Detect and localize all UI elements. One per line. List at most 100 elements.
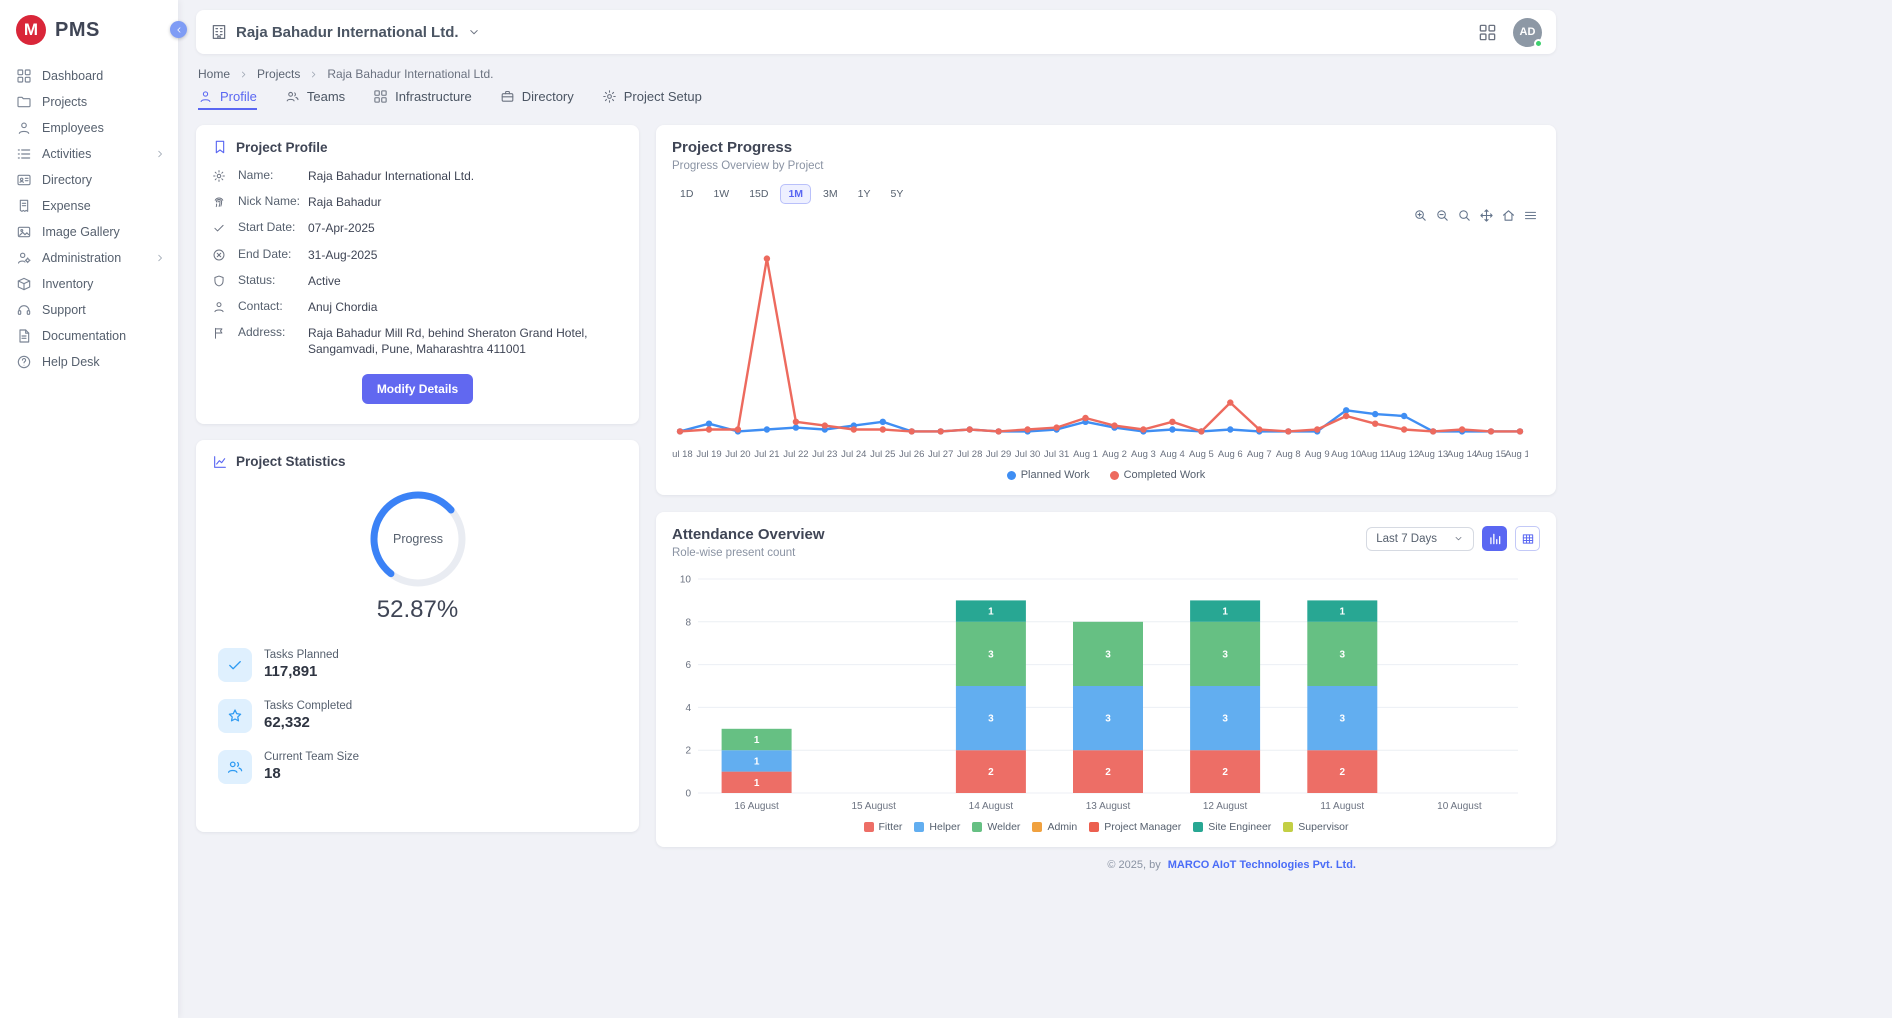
footer-company-link[interactable]: MARCO AIoT Technologies Pvt. Ltd. [1168, 859, 1356, 871]
attendance-card-title: Attendance Overview [672, 526, 825, 543]
svg-text:10 August: 10 August [1437, 801, 1482, 812]
svg-text:Jul 31: Jul 31 [1044, 449, 1069, 460]
range-3m-button[interactable]: 3M [815, 184, 846, 204]
attendance-range-select[interactable]: Last 7 Days [1366, 527, 1474, 551]
magnifier-button[interactable] [1457, 208, 1472, 223]
projects-icon [16, 94, 32, 110]
logo-text: PMS [55, 19, 100, 42]
svg-text:Jul 24: Jul 24 [841, 449, 866, 460]
field-value: 31-Aug-2025 [308, 247, 623, 263]
footer-text: © 2025, by [1107, 859, 1160, 871]
breadcrumb-item-projects[interactable]: Projects [257, 67, 300, 81]
zoom-out-button[interactable] [1435, 208, 1450, 223]
profile-field-nick-name: Nick Name:Raja Bahadur [212, 194, 623, 210]
avatar[interactable]: AD [1513, 18, 1542, 47]
sidebar-item-expense[interactable]: Expense [0, 193, 178, 219]
sidebar-item-help-desk[interactable]: Help Desk [0, 349, 178, 375]
legend-admin[interactable]: Admin [1032, 821, 1077, 833]
sidebar-item-employees[interactable]: Employees [0, 115, 178, 141]
tab-teams[interactable]: Teams [285, 89, 345, 110]
svg-text:Aug 16: Aug 16 [1505, 449, 1528, 460]
sidebar-item-dashboard[interactable]: Dashboard [0, 63, 178, 89]
dashboard-icon [16, 68, 32, 84]
sidebar-item-label: Help Desk [42, 355, 100, 369]
sidebar-item-administration[interactable]: Administration [0, 245, 178, 271]
apps-grid-button[interactable] [1478, 23, 1497, 42]
topbar: Raja Bahadur International Ltd. AD [196, 10, 1556, 54]
tab-directory[interactable]: Directory [500, 89, 574, 110]
directory-icon [16, 172, 32, 188]
pan-button[interactable] [1479, 208, 1494, 223]
tab-label: Teams [307, 89, 345, 104]
modify-details-button[interactable]: Modify Details [362, 374, 473, 404]
home-button[interactable] [1501, 208, 1516, 223]
sidebar-item-inventory[interactable]: Inventory [0, 271, 178, 297]
sidebar-item-support[interactable]: Support [0, 297, 178, 323]
attendance-chart: 024681011116 August15 August233114 Augus… [672, 567, 1528, 815]
sidebar-item-image-gallery[interactable]: Image Gallery [0, 219, 178, 245]
range-1y-button[interactable]: 1Y [850, 184, 879, 204]
legend-welder[interactable]: Welder [972, 821, 1020, 833]
profile-field-contact: Contact:Anuj Chordia [212, 299, 623, 315]
svg-text:Jul 29: Jul 29 [986, 449, 1011, 460]
svg-text:Jul 25: Jul 25 [870, 449, 895, 460]
range-1m-button[interactable]: 1M [780, 184, 811, 204]
chart-view-button[interactable] [1482, 526, 1507, 551]
legend-supervisor[interactable]: Supervisor [1283, 821, 1348, 833]
sidebar-item-directory[interactable]: Directory [0, 167, 178, 193]
progress-percentage: 52.87% [212, 596, 623, 624]
image-gallery-icon [16, 224, 32, 240]
svg-text:3: 3 [1340, 649, 1346, 660]
logo[interactable]: M PMS [0, 0, 178, 63]
x-circle-icon [212, 248, 226, 262]
svg-text:3: 3 [1340, 714, 1346, 725]
bookmark-icon [212, 139, 228, 155]
legend-site-engineer[interactable]: Site Engineer [1193, 821, 1271, 833]
bar-chart-container: 024681011116 August15 August233114 Augus… [672, 567, 1540, 815]
tab-label: Directory [522, 89, 574, 104]
range-5y-button[interactable]: 5Y [882, 184, 911, 204]
sidebar-item-documentation[interactable]: Documentation [0, 323, 178, 349]
users-icon [285, 89, 300, 104]
stat-value: 117,891 [264, 663, 339, 680]
range-15d-button[interactable]: 15D [741, 184, 776, 204]
legend-helper[interactable]: Helper [914, 821, 960, 833]
sidebar-collapse-button[interactable] [170, 21, 187, 38]
svg-text:15 August: 15 August [851, 801, 896, 812]
profile-field-address: Address:Raja Bahadur Mill Rd, behind She… [212, 325, 623, 357]
svg-text:Jul 23: Jul 23 [812, 449, 837, 460]
zoom-in-button[interactable] [1413, 208, 1428, 223]
svg-text:11 August: 11 August [1320, 801, 1364, 812]
legend-planned-work[interactable]: Planned Work [1007, 469, 1090, 481]
breadcrumb-item-home[interactable]: Home [198, 67, 230, 81]
menu-button[interactable] [1523, 208, 1538, 223]
svg-text:6: 6 [685, 660, 691, 671]
profile-field-status: Status:Active [212, 273, 623, 289]
tab-profile[interactable]: Profile [198, 89, 257, 110]
range-1w-button[interactable]: 1W [705, 184, 737, 204]
administration-icon [16, 250, 32, 266]
range-1d-button[interactable]: 1D [672, 184, 701, 204]
svg-text:Progress: Progress [392, 532, 442, 546]
table-view-button[interactable] [1515, 526, 1540, 551]
legend-fitter[interactable]: Fitter [864, 821, 903, 833]
users-icon [218, 750, 252, 784]
sidebar-item-label: Activities [42, 147, 91, 161]
sidebar-item-projects[interactable]: Projects [0, 89, 178, 115]
user-icon [198, 89, 213, 104]
sidebar-item-activities[interactable]: Activities [0, 141, 178, 167]
company-selector[interactable]: Raja Bahadur International Ltd. [210, 23, 481, 41]
tab-infrastructure[interactable]: Infrastructure [373, 89, 472, 110]
legend-project-manager[interactable]: Project Manager [1089, 821, 1181, 833]
legend-completed-work[interactable]: Completed Work [1110, 469, 1206, 481]
field-label: Address: [238, 325, 302, 339]
chevron-right-icon [308, 69, 319, 80]
svg-text:3: 3 [1105, 714, 1111, 725]
sidebar-item-label: Projects [42, 95, 87, 109]
progress-card-subtitle: Progress Overview by Project [672, 160, 1540, 172]
sidebar-item-label: Dashboard [42, 69, 103, 83]
tab-project-setup[interactable]: Project Setup [602, 89, 702, 110]
field-value: Active [308, 273, 623, 289]
attendance-card-subtitle: Role-wise present count [672, 547, 825, 559]
svg-text:Aug 8: Aug 8 [1276, 449, 1301, 460]
